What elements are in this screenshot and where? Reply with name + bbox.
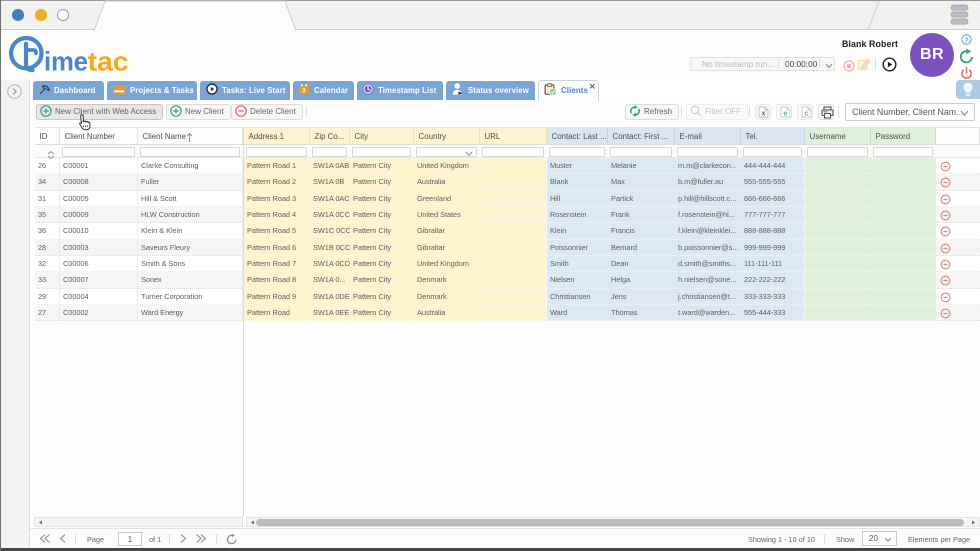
svg-text:c: c xyxy=(804,109,808,118)
svg-text:ime: ime xyxy=(44,46,88,76)
svg-text:e: e xyxy=(783,109,787,118)
svg-text:tac: tac xyxy=(88,46,129,76)
svg-text:x: x xyxy=(762,111,766,118)
svg-text:?: ? xyxy=(964,35,969,44)
svg-text:3: 3 xyxy=(302,88,306,95)
